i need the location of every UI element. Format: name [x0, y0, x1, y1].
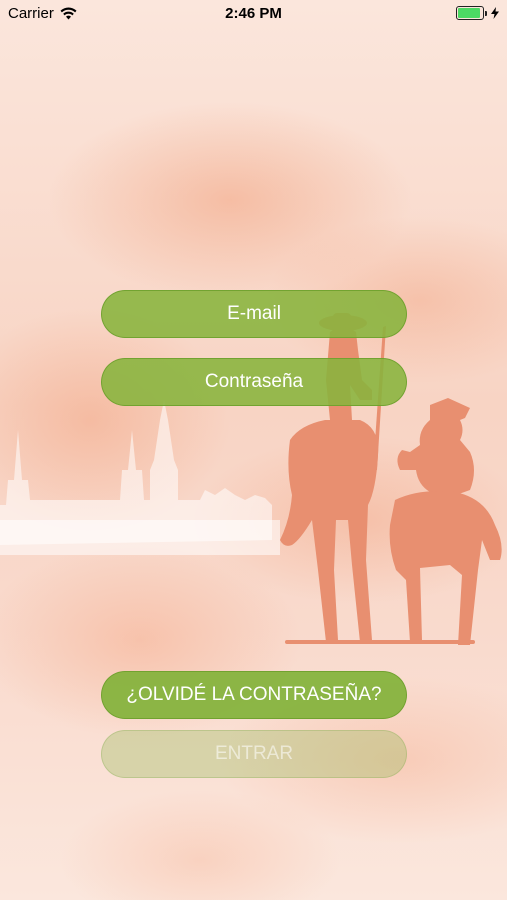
email-input[interactable] — [102, 290, 406, 338]
password-field-container — [101, 358, 407, 406]
forgot-password-button[interactable]: ¿OLVIDÉ LA CONTRASEÑA? — [101, 671, 407, 719]
forgot-password-label: ¿OLVIDÉ LA CONTRASEÑA? — [126, 684, 382, 705]
password-input[interactable] — [102, 358, 406, 406]
email-field-container — [101, 290, 407, 338]
status-time: 2:46 PM — [225, 5, 282, 22]
status-bar-right — [456, 6, 499, 20]
skyline — [0, 400, 280, 555]
battery-icon — [456, 6, 484, 20]
charging-icon — [491, 7, 499, 19]
battery-tip — [485, 10, 487, 16]
enter-button[interactable]: ENTRAR — [101, 730, 407, 778]
status-bar: Carrier 2:46 PM — [0, 0, 507, 28]
enter-button-label: ENTRAR — [214, 743, 294, 764]
